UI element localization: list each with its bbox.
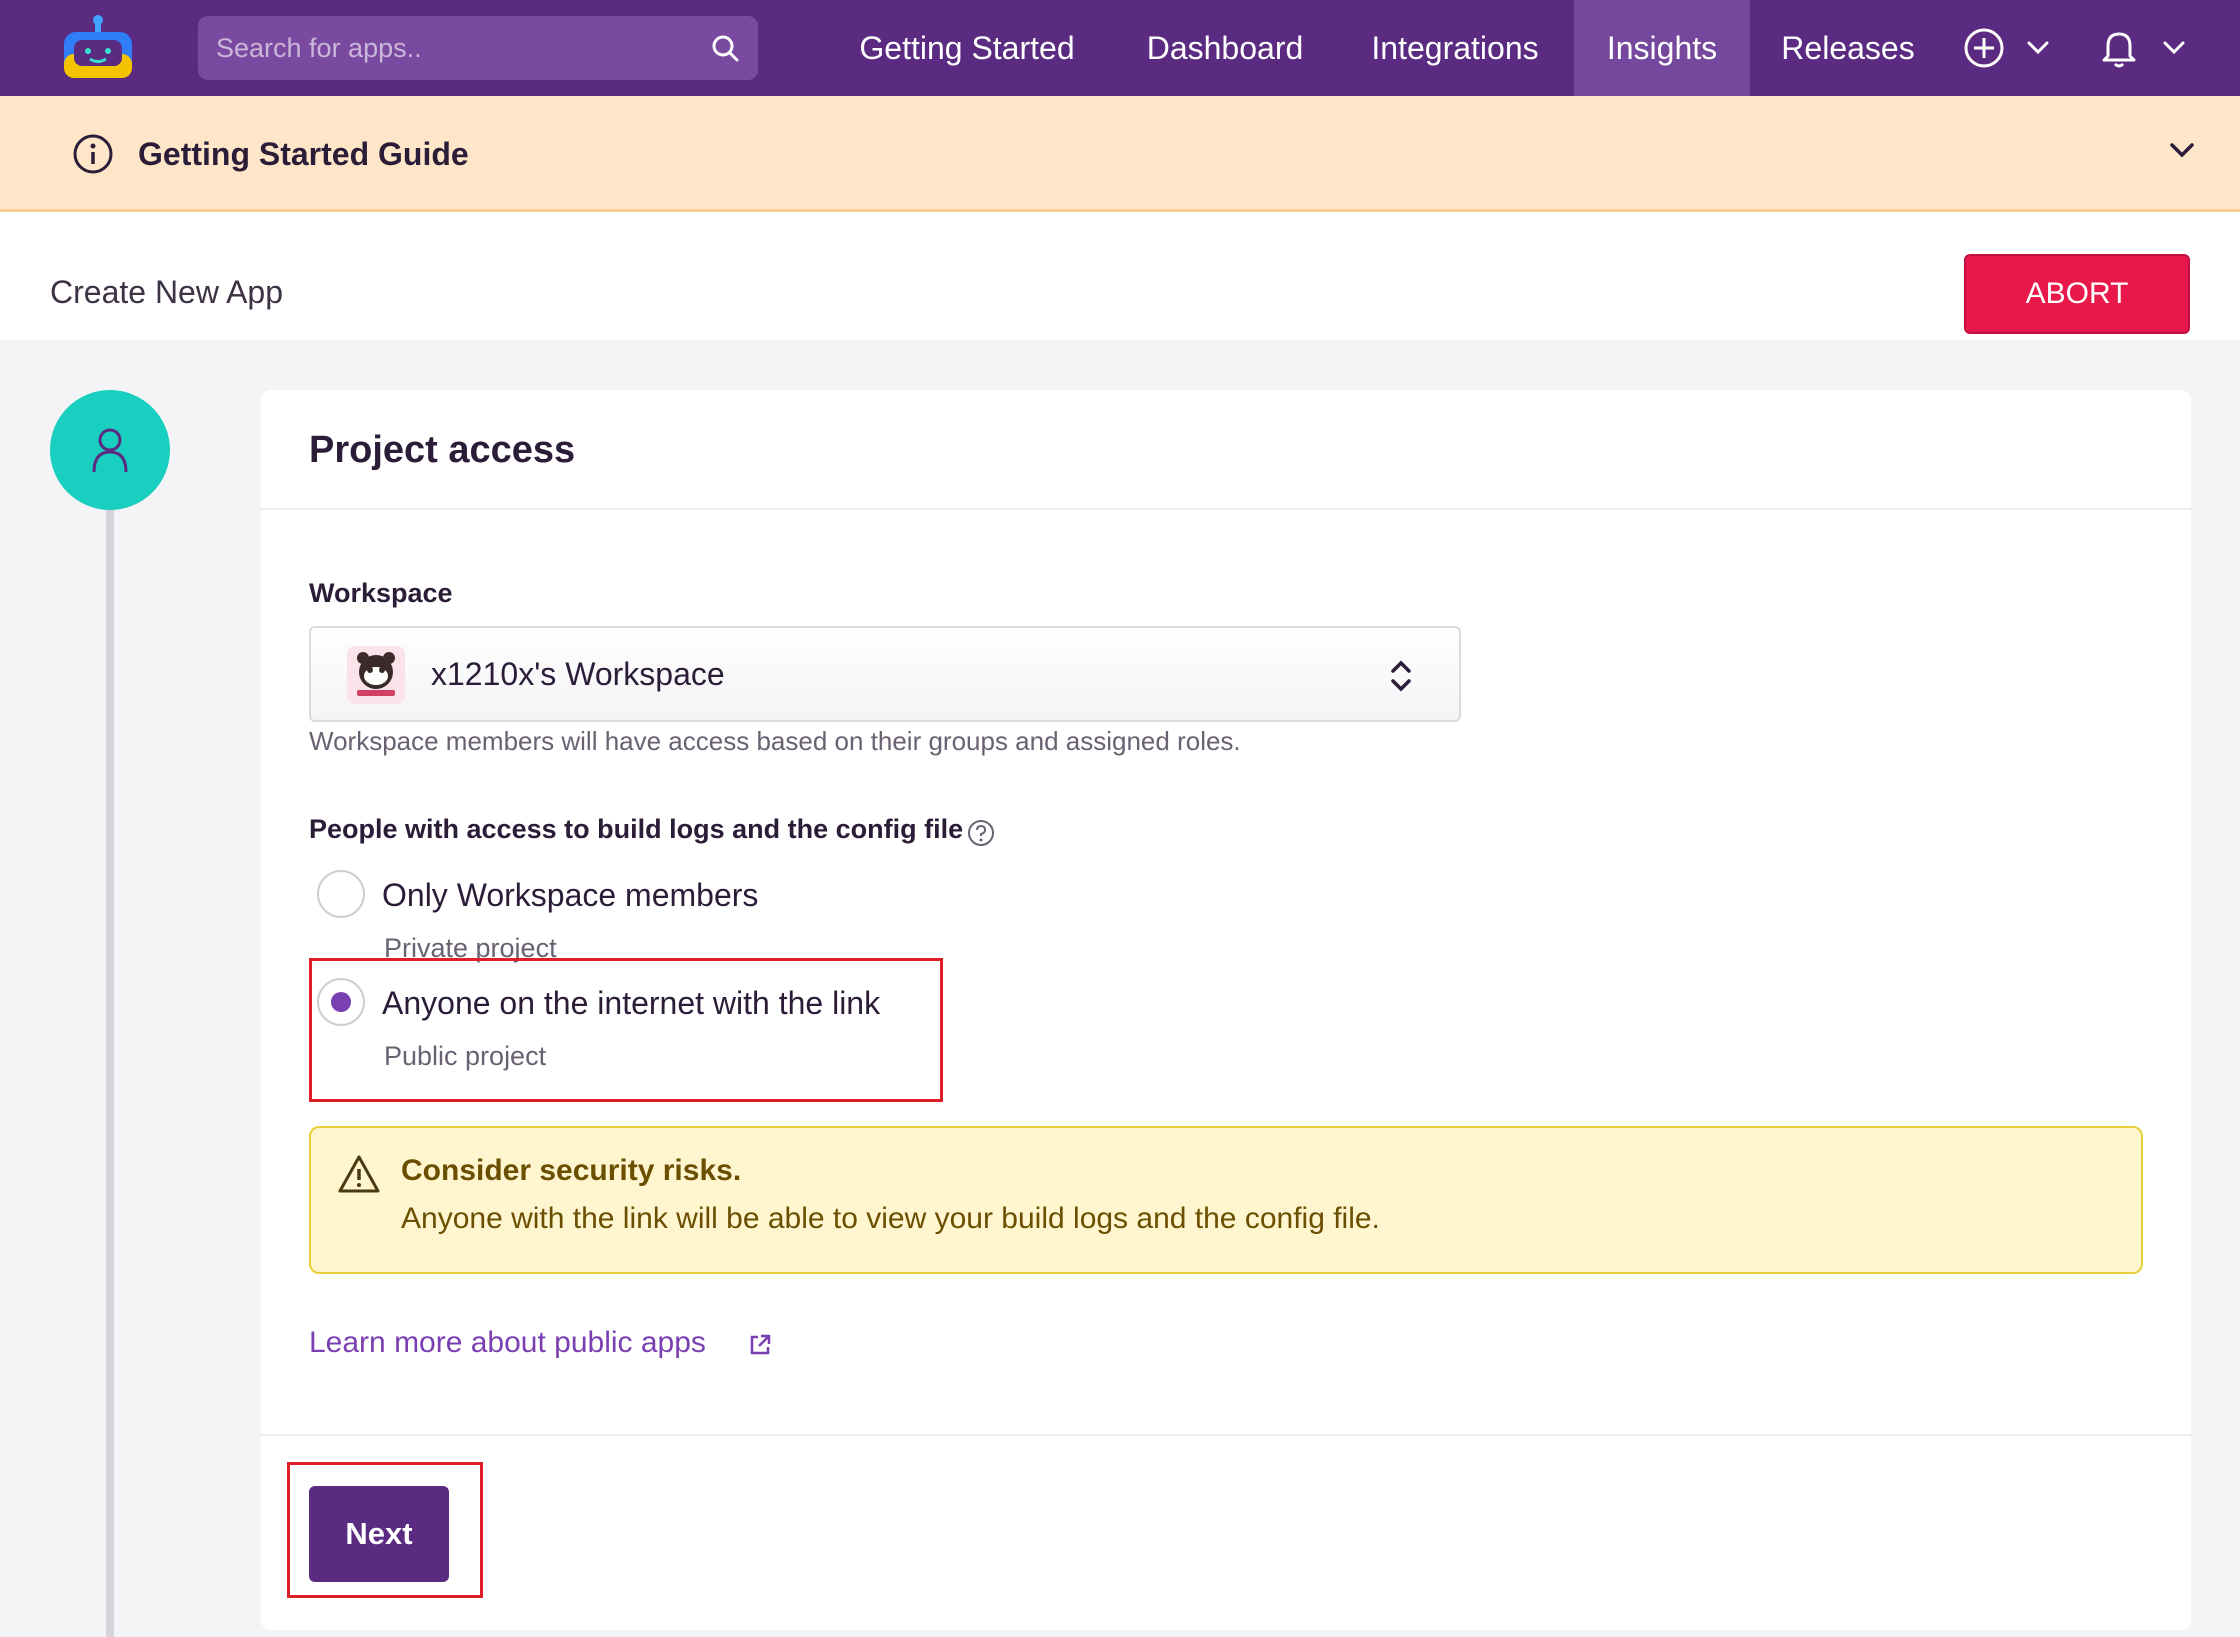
workspace-value: x1210x's Workspace	[431, 656, 725, 692]
external-link-icon[interactable]	[747, 1332, 773, 1358]
info-icon	[73, 134, 113, 174]
card-title: Project access	[309, 429, 576, 471]
abort-button[interactable]: ABORT	[1964, 254, 2190, 334]
card-footer-divider	[261, 1434, 2191, 1436]
radio-only-workspace-members[interactable]	[317, 870, 365, 918]
card-header: Project access	[261, 390, 2191, 510]
search-icon[interactable]	[710, 33, 740, 63]
access-label: People with access to build logs and the…	[309, 814, 964, 844]
workspace-helper-text: Workspace members will have access based…	[309, 726, 1241, 756]
workspace-label: Workspace	[309, 578, 453, 608]
workspace-avatar	[347, 646, 405, 704]
highlight-public-option	[309, 958, 943, 1102]
stepper-line	[106, 450, 114, 1637]
search-box[interactable]: Search for apps..	[198, 16, 758, 80]
search-input[interactable]: Search for apps..	[216, 16, 422, 80]
stepper-step-access	[50, 390, 170, 510]
guide-title: Getting Started Guide	[138, 136, 469, 172]
getting-started-guide-banner[interactable]: Getting Started Guide	[0, 96, 2240, 212]
workspace-avatar-icon	[357, 652, 395, 696]
highlight-next-button	[287, 1462, 483, 1598]
person-icon	[92, 428, 128, 473]
up-down-chevron-icon	[1391, 660, 1411, 692]
project-access-card: Project access Workspace x1210x's Worksp…	[261, 390, 2191, 1630]
page-title: Create New App	[50, 274, 284, 310]
page-header: Create New App ABORT	[0, 212, 2240, 340]
warning-text: Anyone with the link will be able to vie…	[401, 1202, 1380, 1235]
nav-integrations[interactable]: Integrations	[1350, 0, 1560, 96]
nav-dashboard[interactable]: Dashboard	[1120, 0, 1330, 96]
option-only-workspace-label[interactable]: Only Workspace members	[382, 877, 758, 914]
bell-icon[interactable]	[2098, 26, 2140, 70]
chevron-down-icon[interactable]	[2166, 134, 2198, 166]
warning-title: Consider security risks.	[401, 1154, 742, 1187]
add-chevron-down-icon[interactable]	[2024, 34, 2052, 62]
security-warning: Consider security risks. Anyone with the…	[309, 1126, 2143, 1274]
workspace-select[interactable]: x1210x's Workspace	[309, 626, 1461, 722]
warning-icon	[338, 1155, 380, 1193]
app-logo-icon[interactable]	[58, 14, 138, 82]
nav-getting-started[interactable]: Getting Started	[834, 0, 1100, 96]
learn-more-link[interactable]: Learn more about public apps	[309, 1326, 706, 1360]
bell-chevron-down-icon[interactable]	[2160, 34, 2188, 62]
add-icon[interactable]	[1962, 26, 2006, 70]
nav-insights[interactable]: Insights	[1574, 0, 1750, 96]
nav-releases[interactable]: Releases	[1766, 0, 1930, 96]
top-nav: Search for apps.. Getting Started Dashbo…	[0, 0, 2240, 96]
help-icon[interactable]	[966, 818, 996, 848]
